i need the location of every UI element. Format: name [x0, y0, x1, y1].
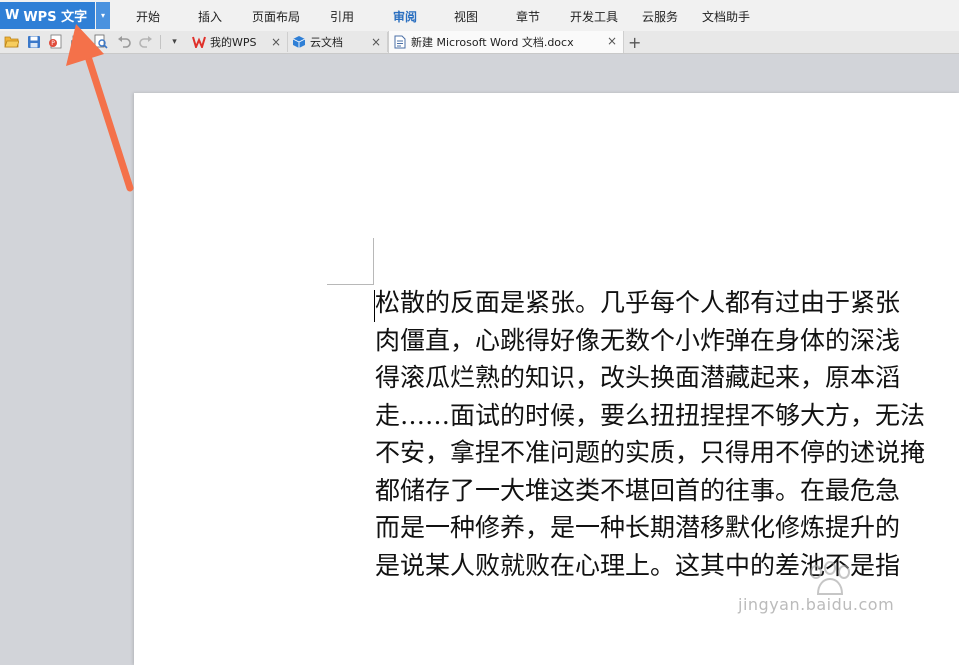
menu-item-developer-tools[interactable]: 开发工具 — [570, 8, 618, 25]
menu-item-review[interactable]: 审阅 — [393, 8, 417, 25]
close-icon[interactable]: × — [371, 35, 381, 49]
wps-logo-icon: W — [5, 8, 20, 23]
menu-item-insert[interactable]: 插入 — [198, 8, 222, 25]
open-folder-icon[interactable] — [4, 34, 19, 49]
export-pdf-icon[interactable]: P — [48, 34, 63, 49]
menu-item-view[interactable]: 视图 — [454, 8, 478, 25]
undo-icon[interactable] — [116, 34, 131, 49]
document-line: 是说某人败就败在心理上。这其中的差池不是指 — [375, 550, 901, 580]
menu-item-page-layout[interactable]: 页面布局 — [252, 8, 300, 25]
menu-item-chapter[interactable]: 章节 — [516, 8, 540, 25]
customize-toolbar-chevron-icon[interactable]: ▾ — [167, 34, 182, 49]
tab-my-wps[interactable]: 我的WPS × — [188, 32, 288, 52]
margin-crop-mark-horizontal — [327, 284, 374, 285]
menu-bar: W WPS 文字 ▾ 开始 插入 页面布局 引用 审阅 视图 章节 开发工具 云… — [0, 0, 959, 32]
document-line: 不安，拿捏不准问题的实质，只得用不停的述说掩 — [375, 438, 926, 467]
tab-label: 云文档 — [310, 36, 343, 49]
app-menu-button[interactable]: W WPS 文字 — [0, 2, 95, 29]
document-line: 松散的反面是紧张。几乎每个人都有过由于紧张 — [375, 288, 901, 317]
redo-icon[interactable] — [138, 34, 153, 49]
text-cursor — [374, 290, 375, 322]
app-menu-dropdown-button[interactable]: ▾ — [96, 2, 110, 29]
new-tab-plus-icon[interactable]: + — [628, 33, 641, 52]
tab-label: 新建 Microsoft Word 文档.docx — [411, 36, 574, 49]
tab-bar: P ▾ 我的WPS × 云文档 × 新建 Microsoft Word 文档.d… — [0, 31, 959, 54]
close-icon[interactable]: × — [607, 34, 617, 48]
print-icon[interactable] — [70, 34, 85, 49]
close-icon[interactable]: × — [271, 35, 281, 49]
wps-logo-icon — [192, 35, 206, 49]
tab-cloud-docs[interactable]: 云文档 × — [288, 32, 388, 52]
toolbar-separator — [160, 35, 161, 49]
document-line: 得滚瓜烂熟的知识，改头换面潜藏起来，原本滔 — [375, 363, 901, 392]
save-icon[interactable] — [26, 34, 41, 49]
tab-new-word-document[interactable]: 新建 Microsoft Word 文档.docx × — [388, 31, 624, 53]
document-line: 而是一种修养，是一种长期潜移默化修炼提升的 — [375, 513, 901, 542]
menu-item-cloud-services[interactable]: 云服务 — [642, 8, 678, 25]
document-line: 走……面试的时候，要么扭扭捏捏不够大方，无法 — [375, 400, 926, 430]
cloud-cube-icon — [292, 35, 306, 49]
document-line: 肉僵直，心跳得好像无数个小炸弹在身体的深浅 — [375, 325, 901, 355]
print-preview-icon[interactable] — [93, 34, 108, 49]
chevron-down-icon: ▾ — [100, 11, 105, 20]
app-name-label: WPS 文字 — [23, 10, 88, 25]
document-icon — [393, 35, 407, 49]
tab-label: 我的WPS — [210, 36, 257, 49]
menu-item-home[interactable]: 开始 — [136, 8, 160, 25]
baidu-paw-watermark-icon — [810, 561, 850, 595]
watermark-text: jingyan.baidu.com — [738, 595, 895, 614]
document-body-text[interactable]: 松散的反面是紧张。几乎每个人都有过由于紧张 肉僵直，心跳得好像无数个小炸弹在身体… — [375, 284, 959, 624]
document-line: 都储存了一大堆这类不堪回首的往事。在最危急 — [375, 475, 901, 505]
menu-item-doc-assistant[interactable]: 文档助手 — [702, 8, 750, 25]
svg-text:P: P — [51, 40, 55, 47]
margin-crop-mark-vertical — [373, 238, 374, 284]
menu-item-references[interactable]: 引用 — [330, 8, 354, 25]
